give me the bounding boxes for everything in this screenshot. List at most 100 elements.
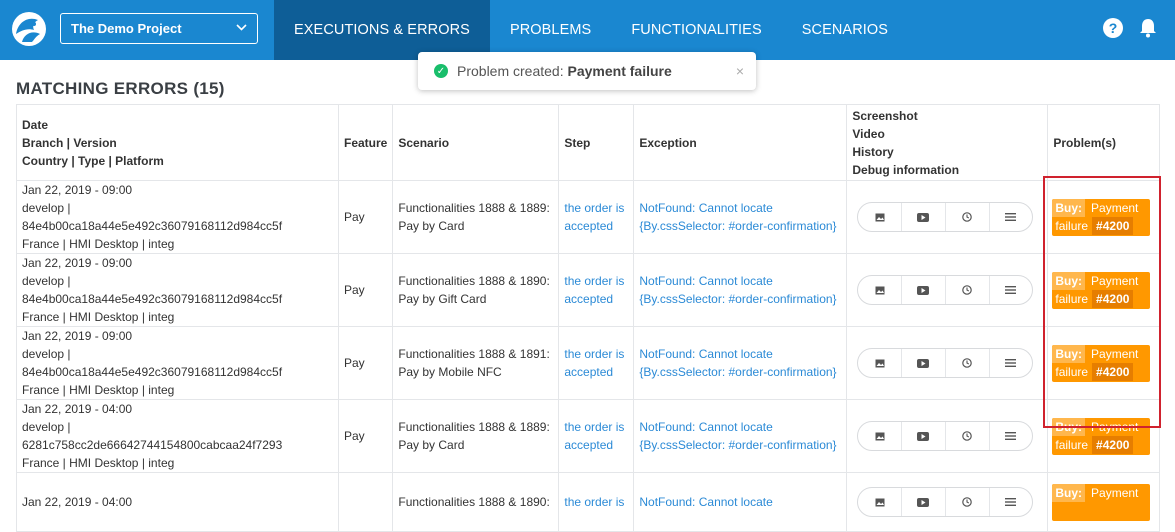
row-step-link[interactable]: the order is accepted — [558, 399, 635, 473]
problem-badge[interactable]: Buy: Payment failure #4200 — [1052, 198, 1151, 236]
row-scenario-line1: Functionalities 1888 & 1890: — [398, 274, 550, 288]
row-step-line1: the order is — [564, 201, 625, 215]
problem-id: #4200 — [1092, 435, 1134, 454]
row-feature: Pay — [337, 180, 394, 254]
row-exception-link[interactable]: NotFound: Cannot locate — [633, 472, 848, 532]
row-scenario-line2: Pay by Mobile NFC — [398, 365, 502, 379]
row-date: Jan 22, 2019 - 09:00 — [22, 329, 133, 343]
row-exception-link[interactable]: NotFound: Cannot locate {By.cssSelector:… — [633, 399, 848, 473]
row-step-line2: accepted — [564, 292, 614, 306]
image-icon[interactable] — [858, 488, 903, 516]
errors-table: Date Branch | Version Country | Type | P… — [16, 104, 1161, 532]
close-icon[interactable]: × — [736, 63, 744, 79]
header-history: History — [852, 144, 894, 159]
row-scenario-line2: Pay by Card — [398, 438, 465, 452]
project-select[interactable]: The Demo Project — [60, 13, 258, 44]
cell-problem: Buy: Payment failure #4200 — [1047, 180, 1161, 254]
row-step-link[interactable]: the order is accepted — [558, 326, 635, 400]
tab-functionalities[interactable]: FUNCTIONALITIES — [611, 0, 781, 60]
header-scenario[interactable]: Scenario — [392, 104, 560, 181]
menu-icon[interactable] — [990, 203, 1033, 231]
row-exception-link[interactable]: NotFound: Cannot locate {By.cssSelector:… — [633, 180, 848, 254]
top-bar: The Demo Project EXECUTIONS & ERRORS PRO… — [0, 0, 1175, 60]
image-icon[interactable] — [858, 276, 903, 304]
toast-problem-name: Payment failure — [567, 63, 672, 79]
page-title: MATCHING ERRORS (15) — [16, 79, 225, 98]
clock-icon[interactable] — [946, 276, 990, 304]
row-exception-line2: {By.cssSelector: #order-confirmation} — [639, 365, 837, 379]
table-row[interactable]: Jan 22, 2019 - 09:00 develop | 84e4b00ca… — [16, 253, 1161, 327]
header-step[interactable]: Step — [558, 104, 635, 181]
problem-badge[interactable]: Buy: Payment failure #4200 — [1052, 417, 1151, 455]
video-icon[interactable] — [902, 422, 946, 450]
main-nav: EXECUTIONS & ERRORS PROBLEMS FUNCTIONALI… — [274, 0, 908, 60]
problem-name-line1: Payment — [1091, 485, 1139, 500]
cell-actions — [846, 399, 1049, 473]
row-scenario-line1: Functionalities 1888 & 1889: — [398, 420, 550, 434]
success-check-icon: ✓ — [434, 64, 448, 78]
image-icon[interactable] — [858, 422, 903, 450]
video-icon[interactable] — [902, 349, 946, 377]
help-icon[interactable]: ? — [1103, 18, 1123, 38]
video-icon[interactable] — [902, 203, 946, 231]
tab-executions-errors[interactable]: EXECUTIONS & ERRORS — [274, 0, 490, 60]
row-exception-line1: NotFound: Cannot locate — [639, 347, 773, 361]
menu-icon[interactable] — [990, 349, 1033, 377]
tab-scenarios[interactable]: SCENARIOS — [782, 0, 908, 60]
top-icons: ? — [1103, 18, 1157, 38]
bell-icon[interactable] — [1139, 18, 1157, 38]
row-step-line1: the order is — [564, 420, 625, 434]
image-icon[interactable] — [858, 349, 903, 377]
table-row[interactable]: Jan 22, 2019 - 09:00 develop | 84e4b00ca… — [16, 326, 1161, 400]
row-date: Jan 22, 2019 - 04:00 — [22, 402, 133, 416]
problem-tag: Buy: — [1052, 483, 1086, 502]
header-exception[interactable]: Exception — [633, 104, 848, 181]
video-icon[interactable] — [902, 488, 946, 516]
row-step-line1: the order is — [564, 495, 625, 509]
problem-tag: Buy: — [1052, 198, 1086, 217]
table-row[interactable]: Jan 22, 2019 - 04:00 develop | 6281c758c… — [16, 399, 1161, 473]
row-exception-link[interactable]: NotFound: Cannot locate {By.cssSelector:… — [633, 253, 848, 327]
problem-id: #4200 — [1092, 216, 1134, 235]
cell-scenario: Functionalities 1888 & 1891: Pay by Mobi… — [392, 326, 560, 400]
problem-badge[interactable]: Buy: Payment failure #4200 — [1052, 271, 1151, 309]
media-button-group — [857, 348, 1034, 378]
problem-badge[interactable]: Buy: Payment failure #4200 — [1052, 344, 1151, 382]
row-exception-line1: NotFound: Cannot locate — [639, 495, 773, 509]
table-header-row: Date Branch | Version Country | Type | P… — [16, 104, 1161, 181]
row-step-link[interactable]: the order is accepted — [558, 180, 635, 254]
clock-icon[interactable] — [946, 203, 990, 231]
clock-icon[interactable] — [946, 488, 990, 516]
media-button-group — [857, 275, 1034, 305]
problem-badge[interactable]: Buy: Payment — [1052, 483, 1151, 521]
logo-icon[interactable] — [12, 12, 46, 46]
video-icon[interactable] — [902, 276, 946, 304]
header-feature[interactable]: Feature — [337, 104, 394, 181]
cell-date: Jan 22, 2019 - 09:00 develop | 84e4b00ca… — [16, 180, 339, 254]
row-feature: Pay — [337, 326, 394, 400]
clock-icon[interactable] — [946, 422, 990, 450]
header-media: Screenshot Video History Debug informati… — [846, 104, 1049, 181]
menu-icon[interactable] — [990, 422, 1033, 450]
table-row[interactable]: Jan 22, 2019 - 09:00 develop | 84e4b00ca… — [16, 180, 1161, 254]
row-feature: Pay — [337, 253, 394, 327]
row-scenario-line1: Functionalities 1888 & 1889: — [398, 201, 550, 215]
menu-icon[interactable] — [990, 488, 1033, 516]
row-branch: develop | 84e4b00ca18a44e5e492c360791681… — [22, 274, 283, 306]
row-exception-link[interactable]: NotFound: Cannot locate {By.cssSelector:… — [633, 326, 848, 400]
row-date: Jan 22, 2019 - 04:00 — [22, 495, 133, 509]
table-row[interactable]: Jan 22, 2019 - 04:00 Functionalities 188… — [16, 472, 1161, 532]
cell-scenario: Functionalities 1888 & 1890: — [392, 472, 560, 532]
image-icon[interactable] — [858, 203, 903, 231]
cell-date: Jan 22, 2019 - 09:00 develop | 84e4b00ca… — [16, 326, 339, 400]
row-step-link[interactable]: the order is accepted — [558, 253, 635, 327]
row-step-link[interactable]: the order is — [558, 472, 635, 532]
clock-icon[interactable] — [946, 349, 990, 377]
header-date[interactable]: Date Branch | Version Country | Type | P… — [16, 104, 339, 181]
cell-actions — [846, 326, 1049, 400]
menu-icon[interactable] — [990, 276, 1033, 304]
cell-actions — [846, 180, 1049, 254]
tab-problems[interactable]: PROBLEMS — [490, 0, 611, 60]
row-scenario-line1: Functionalities 1888 & 1890: — [398, 495, 550, 509]
problem-name-line1: Payment — [1091, 346, 1139, 361]
